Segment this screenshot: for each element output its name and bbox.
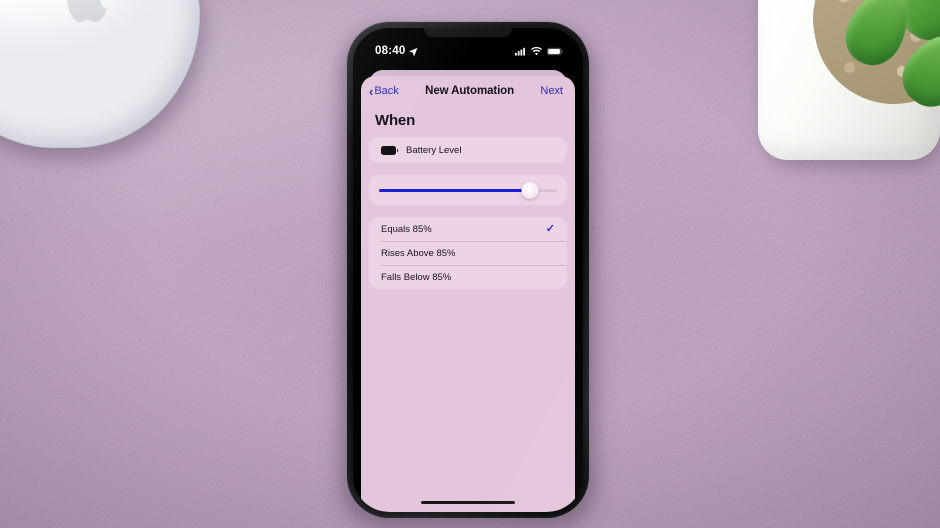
magic-mouse <box>0 0 218 166</box>
location-arrow-icon <box>410 47 418 56</box>
section-title-when: When <box>375 112 416 129</box>
iphone-frame: 08:40 ‹ Back New Automation Next When Ba… <box>347 22 589 518</box>
new-automation-sheet: ‹ Back New Automation Next When Battery … <box>361 76 575 512</box>
navigation-bar: ‹ Back New Automation Next <box>361 76 575 106</box>
sheet-content: When Battery Level Equals 85% ✓ Rises Ab… <box>361 106 575 512</box>
home-indicator[interactable] <box>421 500 515 504</box>
iphone-bezel: 08:40 ‹ Back New Automation Next When Ba… <box>353 28 583 512</box>
wifi-icon <box>531 46 542 55</box>
iphone-screen: 08:40 ‹ Back New Automation Next When Ba… <box>353 28 583 512</box>
trigger-label: Battery Level <box>406 144 462 156</box>
checkmark-icon: ✓ <box>545 222 555 235</box>
trigger-row-battery-level[interactable]: Battery Level <box>369 137 567 163</box>
slider-thumb[interactable] <box>521 181 539 199</box>
battery-level-slider[interactable] <box>379 181 557 199</box>
iphone-device: 08:40 ‹ Back New Automation Next When Ba… <box>341 22 595 528</box>
back-button-label: Back <box>374 85 399 97</box>
next-button[interactable]: Next <box>540 85 567 97</box>
option-row[interactable]: Falls Below 85% <box>369 265 567 289</box>
slider-fill <box>379 188 531 192</box>
apple-logo-icon <box>67 0 107 23</box>
page-title: New Automation <box>425 85 515 97</box>
option-row[interactable]: Equals 85% ✓ <box>369 217 567 241</box>
succulent-plant <box>758 0 940 180</box>
battery-icon <box>547 47 563 55</box>
chevron-left-icon: ‹ <box>369 83 374 99</box>
iphone-notch <box>424 28 512 37</box>
status-bar-time: 08:40 <box>375 45 406 57</box>
status-bar-right <box>515 46 563 56</box>
trigger-card[interactable]: Battery Level <box>369 137 567 163</box>
status-bar-left: 08:40 <box>375 45 418 57</box>
back-button[interactable]: ‹ Back <box>369 85 399 98</box>
option-label: Falls Below 85% <box>381 271 452 283</box>
condition-options-list: Equals 85% ✓ Rises Above 85% Falls Below 85… <box>369 217 567 289</box>
option-row[interactable]: Rises Above 85% <box>369 241 567 265</box>
battery-icon <box>381 145 399 155</box>
option-label: Rises Above 85% <box>381 247 456 259</box>
option-label: Equals 85% <box>381 223 432 235</box>
cellular-bars-icon <box>515 47 526 56</box>
battery-level-slider-card[interactable] <box>369 175 567 205</box>
